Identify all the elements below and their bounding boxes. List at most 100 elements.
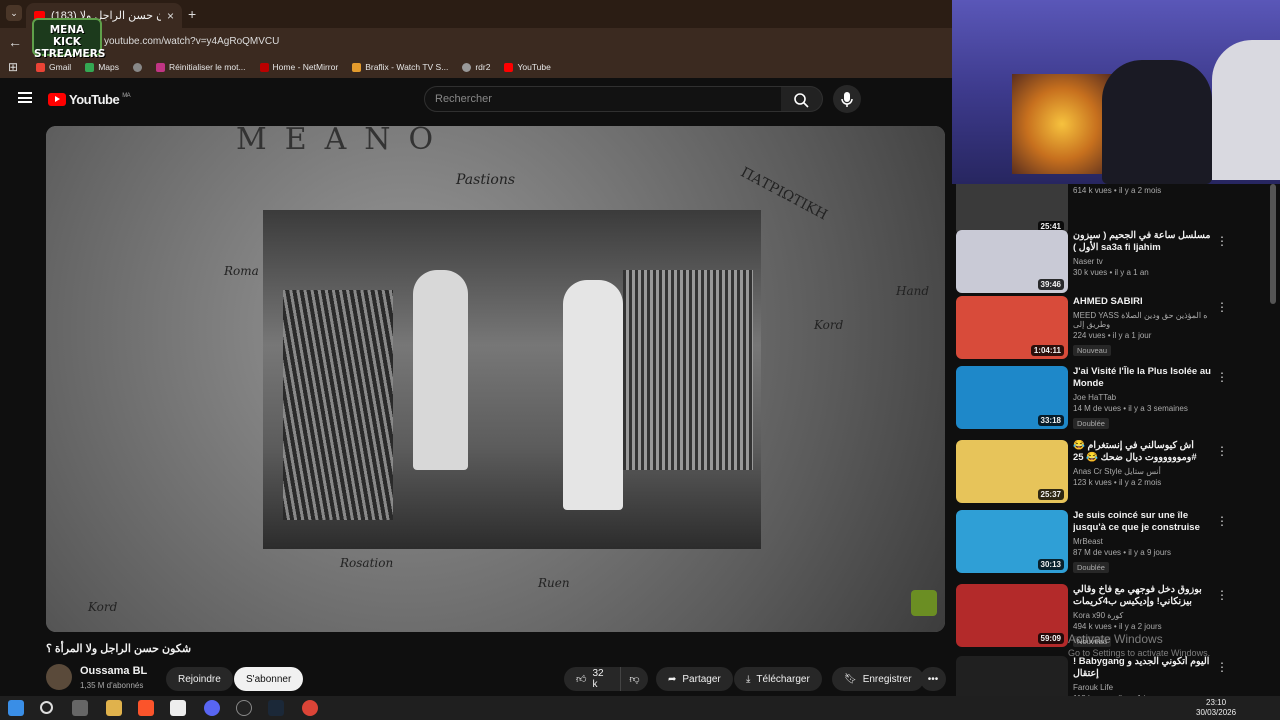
video-thumbnail[interactable]: 33:18 <box>956 366 1068 429</box>
more-options-icon[interactable]: ⋮ <box>1216 234 1228 248</box>
map-label: MEANO <box>236 126 452 157</box>
bookmark-rdr2[interactable]: rdr2 <box>462 62 490 72</box>
task-view-icon[interactable] <box>72 700 88 716</box>
subscribe-button[interactable]: S'abonner <box>234 667 304 691</box>
discord-icon[interactable] <box>204 700 220 716</box>
share-button[interactable]: ➦ Partager <box>656 667 733 691</box>
youtube-header: YouTube MA Rechercher <box>0 80 952 120</box>
recommended-video[interactable]: 1:04:11 AHMED SABIRI MEED YASS ﻩ المؤذين ح… <box>956 296 1272 362</box>
brave-icon[interactable] <box>138 700 154 716</box>
store-icon[interactable] <box>170 700 186 716</box>
bookmark-instagram[interactable]: Réinitialiser le mot... <box>156 62 246 72</box>
search-input[interactable]: Rechercher <box>424 86 782 112</box>
recommended-channel[interactable]: Farouk Life <box>1073 683 1213 692</box>
recommended-title[interactable]: AHMED SABIRI <box>1073 296 1213 308</box>
recommended-channel[interactable]: Anas Cr Style أنس ستايل <box>1073 467 1213 476</box>
recommended-channel[interactable]: MrBeast <box>1073 537 1213 546</box>
browser-tab-bar: ⌄ (183) شكون حسن الراجل ولا × + <box>0 0 952 28</box>
chrome-icon[interactable] <box>302 700 318 716</box>
more-actions-button[interactable]: ••• <box>920 667 946 691</box>
spinning-machine <box>623 270 753 470</box>
recommended-title[interactable]: أش كيوسالني في إنستغرام 😂 ومووووووت ديال… <box>1073 440 1213 464</box>
recommended-title[interactable]: مسلسل ساعة في الجحيم ( سيزون الأول ) sa3… <box>1073 230 1213 254</box>
microphone-button[interactable] <box>833 85 861 113</box>
video-player[interactable]: Pastions Roma Hand Kord Ruen Rosation Ko… <box>46 126 945 632</box>
menu-icon[interactable] <box>18 92 32 103</box>
join-button[interactable]: Rejoindre <box>166 667 233 691</box>
bookmark-gmail[interactable]: Gmail <box>36 62 71 72</box>
dislike-button[interactable]: 👎︎ <box>620 667 648 691</box>
channel-avatar[interactable] <box>46 664 72 690</box>
recommended-title[interactable]: Je suis coincé sur une île jusqu'à ce qu… <box>1073 510 1213 534</box>
map-label: Kord <box>814 318 844 332</box>
bookmark-maps[interactable]: Maps <box>85 62 119 72</box>
download-button[interactable]: ⤓ Télécharger <box>734 667 822 691</box>
channel-name[interactable]: Oussama BL <box>80 665 147 677</box>
video-meta: Oussama BL614 k vues • il y a 2 mois <box>1073 184 1213 195</box>
like-button[interactable]: 👍︎ 32 k <box>564 667 620 691</box>
bookmark-youtube[interactable]: YouTube <box>504 62 551 72</box>
clock-date: 30/03/2026 <box>1196 708 1237 717</box>
url-field[interactable]: youtube.com/watch?v=y4AgRoQMVCU <box>104 36 279 47</box>
bookmark-braflix[interactable]: Braflix - Watch TV S... <box>352 62 448 72</box>
close-tab-icon[interactable]: × <box>167 9 174 23</box>
recommended-video[interactable]: 33:18 J'ai Visité l'Île la Plus Isolée au… <box>956 366 1272 432</box>
search-icon <box>794 93 809 108</box>
recommended-title[interactable]: J'ai Visité l'Île la Plus Isolée au Mond… <box>1073 366 1213 390</box>
youtube-logo[interactable]: YouTube MA <box>48 92 131 107</box>
video-thumbnail[interactable]: 30:13 <box>956 510 1068 573</box>
bookmark-netmirror[interactable]: Home - NetMirror <box>259 62 339 72</box>
video-duration: 1:04:11 <box>1030 345 1064 356</box>
tab-search-icon[interactable]: ⌄ <box>6 5 22 21</box>
bookmark-label: Home - NetMirror <box>272 62 339 72</box>
video-thumbnail[interactable]: 59:09 <box>956 584 1068 647</box>
windows-start-icon[interactable] <box>8 700 24 716</box>
recommended-title[interactable]: بوزوق دخل فوجهي مع فاخ وقالي بيزنكاني! و… <box>1073 584 1213 608</box>
recommended-channel[interactable]: Naser tv <box>1073 257 1213 266</box>
windows-taskbar: 23:10 30/03/2026 <box>0 696 1280 720</box>
video-badge: Nouveau <box>1073 345 1112 356</box>
recommended-channel[interactable]: Kora x90 كورة <box>1073 611 1213 620</box>
video-thumbnail[interactable]: 25:41 <box>956 184 1068 235</box>
subscriber-count: 1,35 M d'abonnés <box>80 681 144 690</box>
recommendations-sidebar: 25:41 Oussama BL614 k vues • il y a 2 moi… <box>952 184 1280 696</box>
video-meta: ! Babygang اليوم أتكوني الجديد و إعتقال F… <box>1073 656 1213 696</box>
steam-icon[interactable] <box>268 700 284 716</box>
more-options-icon[interactable]: ⋮ <box>1216 514 1228 528</box>
back-arrow-icon[interactable]: ← <box>8 34 22 50</box>
recommended-video[interactable]: ! Babygang اليوم أتكوني الجديد و إعتقال F… <box>956 656 1272 696</box>
save-button[interactable]: 🔖︎ Enregistrer <box>832 667 924 691</box>
factory-photo <box>263 210 761 549</box>
gmail-icon <box>36 62 45 72</box>
video-thumbnail[interactable]: 25:37 <box>956 440 1068 503</box>
new-tab-icon[interactable]: + <box>188 6 196 22</box>
video-meta: أش كيوسالني في إنستغرام 😂 ومووووووت ديال… <box>1073 440 1213 487</box>
bookmark-globe[interactable] <box>133 62 142 72</box>
more-options-icon[interactable]: ⋮ <box>1216 660 1228 674</box>
video-thumbnail[interactable]: 1:04:11 <box>956 296 1068 359</box>
more-options-icon[interactable]: ⋮ <box>1216 300 1228 314</box>
recommended-video[interactable]: 25:37 أش كيوسالني في إنستغرام 😂 ومووووووت… <box>956 440 1272 506</box>
recommended-channel[interactable]: MEED YASS ﻩ المؤذين حق ودين الصلاة وطريق… <box>1073 311 1213 329</box>
recommended-video[interactable]: 39:46 مسلسل ساعة في الجحيم ( سيزون الأول … <box>956 230 1272 296</box>
search-icon[interactable] <box>40 701 53 714</box>
recommended-stats: 123 k vues • il y a 2 mois <box>1073 478 1162 487</box>
system-clock[interactable]: 23:10 30/03/2026 <box>1196 698 1236 718</box>
youtube-icon <box>504 62 514 72</box>
video-thumbnail[interactable] <box>956 656 1068 696</box>
channel-watermark[interactable] <box>911 590 937 616</box>
more-options-icon[interactable]: ⋮ <box>1216 588 1228 602</box>
recommended-title[interactable]: ! Babygang اليوم أتكوني الجديد و إعتقال <box>1073 656 1213 680</box>
sidebar-scrollbar[interactable] <box>1270 184 1276 304</box>
activate-windows-subtitle: Go to Settings to activate Windows. <box>1068 648 1211 658</box>
bookmark-icon: 🔖︎ <box>844 673 857 685</box>
apps-grid-icon[interactable]: ⊞ <box>8 60 18 74</box>
more-options-icon[interactable]: ⋮ <box>1216 444 1228 458</box>
more-options-icon[interactable]: ⋮ <box>1216 370 1228 384</box>
obs-icon[interactable] <box>236 700 252 716</box>
recommended-video[interactable]: 30:13 Je suis coincé sur une île jusqu'à … <box>956 510 1272 576</box>
video-thumbnail[interactable]: 39:46 <box>956 230 1068 293</box>
file-explorer-icon[interactable] <box>106 700 122 716</box>
search-button[interactable] <box>781 86 823 112</box>
recommended-channel[interactable]: Joe HaTTab <box>1073 393 1213 402</box>
